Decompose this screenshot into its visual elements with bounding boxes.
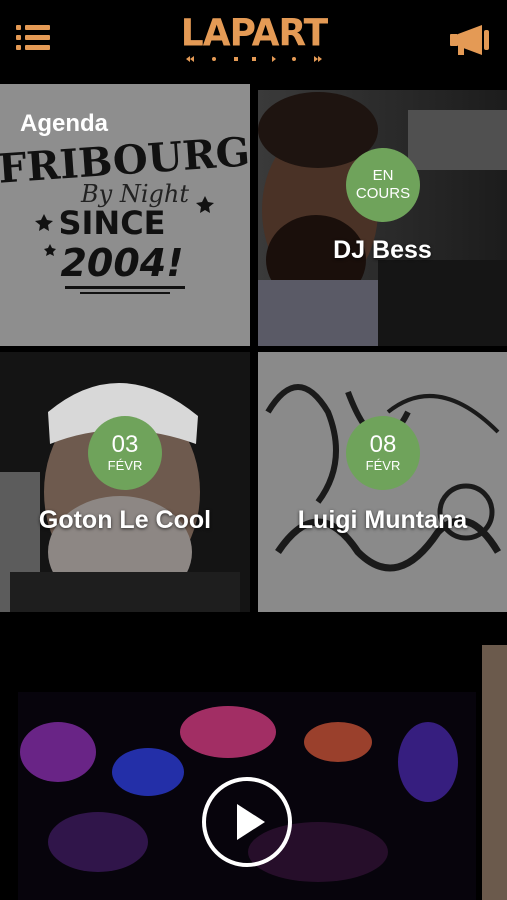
next-video-preview[interactable] [482, 645, 507, 900]
app-logo[interactable]: LAPART [180, 11, 328, 64]
event-name: Goton Le Cool [38, 506, 212, 534]
play-icon[interactable] [201, 776, 293, 868]
date-badge: 08 FÉVR [346, 416, 420, 490]
badge-line2: COURS [355, 185, 411, 202]
agenda-tile[interactable]: FRIBOURG By Night SINCE 2004! Agenda [0, 84, 250, 346]
date-badge: 03 FÉVR [88, 416, 162, 490]
event-tile-goton-le-cool[interactable]: 03 FÉVR Goton Le Cool [0, 352, 250, 612]
event-tile-dj-bess[interactable]: EN COURS DJ Bess [258, 90, 507, 346]
badge-day: 08 [369, 431, 397, 458]
agenda-label: Agenda [20, 110, 109, 137]
event-tile-luigi-muntana[interactable]: 08 FÉVR Luigi Muntana [258, 352, 507, 612]
badge-month: FÉVR [365, 458, 401, 473]
event-name: Luigi Muntana [297, 506, 468, 534]
logo-transport-icons [186, 56, 322, 62]
badge-day: 03 [111, 431, 139, 458]
megaphone-icon[interactable] [448, 22, 494, 58]
hamburger-menu-icon[interactable] [14, 20, 54, 56]
app-header: LAPART [0, 0, 507, 84]
logo-text: LAPART [180, 11, 328, 55]
art-since: SINCE [58, 204, 165, 242]
event-name: DJ Bess [333, 236, 432, 264]
live-badge: EN COURS [346, 148, 420, 222]
badge-line1: EN [372, 167, 394, 184]
badge-month: FÉVR [107, 458, 143, 473]
art-year: 2004! [60, 241, 183, 285]
